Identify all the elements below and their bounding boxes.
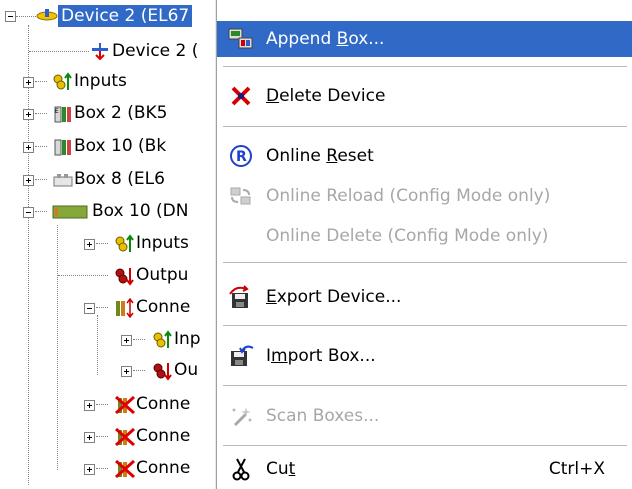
connection-error-icon (114, 427, 135, 447)
tree-item-label: Box 8 (EL6 (74, 169, 165, 189)
collapse-toggle[interactable] (5, 10, 16, 22)
tree-item[interactable]: Outpu (0, 260, 188, 290)
expand-toggle[interactable] (84, 432, 95, 443)
menu-item-label: Import Box... (266, 346, 376, 366)
tree-item[interactable]: Inputs (0, 66, 127, 96)
svg-text:R: R (236, 149, 247, 165)
tree-item[interactable]: E Box 2 (BK5 (0, 98, 167, 128)
tree-item[interactable]: Box 10 (Bk (0, 131, 166, 161)
expand-toggle[interactable] (84, 464, 95, 475)
append-box-icon (227, 25, 255, 53)
collapse-toggle[interactable] (84, 303, 95, 314)
shortcut-label: Ctrl+X (548, 459, 605, 479)
magic-wand-icon (227, 402, 255, 430)
connection-icon (114, 297, 134, 319)
collapse-toggle[interactable] (23, 207, 34, 218)
expand-toggle[interactable] (84, 239, 95, 250)
bus-coupler-icon (52, 137, 71, 156)
tree-item-label: Box 10 (Bk (74, 136, 167, 156)
tree-item-label: Conne (136, 426, 191, 446)
menu-item-online-reset[interactable]: R Online Reset (217, 138, 632, 174)
tree-item-label: Ou (174, 360, 199, 380)
menu-item-label: Scan Boxes... (266, 406, 380, 426)
tree-item[interactable]: Conne (0, 421, 190, 451)
connection-error-icon (114, 395, 135, 415)
menu-separator (223, 126, 627, 128)
tree-item-label: Box 2 (BK5 (74, 103, 168, 123)
tree-item-label: Inputs (74, 71, 127, 91)
bus-coupler-icon: E (52, 104, 71, 123)
tree-item[interactable]: Conne (0, 389, 190, 419)
device-image-icon (90, 42, 108, 61)
menu-separator (223, 262, 627, 264)
tree-item-label: Conne (136, 394, 191, 414)
tree-item[interactable]: Device 2 ( (0, 36, 198, 66)
expand-toggle[interactable] (23, 109, 34, 120)
delete-icon (227, 82, 255, 110)
menu-separator (223, 66, 627, 68)
outputs-icon (114, 266, 134, 286)
tree-item[interactable]: Ou (0, 355, 198, 385)
devicenet-box-icon (52, 202, 88, 220)
context-menu: Append Box... Delete Device R Online Res… (216, 0, 632, 489)
tree-item-label: Outpu (136, 265, 189, 285)
inputs-icon (114, 234, 134, 252)
tree-item-label: Device 2 (EL67 (58, 5, 193, 27)
menu-item-label: Online Reload (Config Mode only) (266, 186, 551, 206)
expand-toggle[interactable] (121, 335, 132, 346)
tree-item[interactable]: Box 10 (DN (0, 196, 188, 226)
menu-item-label: Online Reset (266, 146, 374, 166)
menu-item-label: Export Device... (266, 287, 402, 307)
menu-item-append-box[interactable]: Append Box... (217, 21, 632, 57)
tree-item[interactable]: Inp (0, 324, 201, 354)
tree-item-label: Conne (136, 458, 191, 478)
menu-item-online-delete[interactable]: Online Delete (Config Mode only) (217, 218, 632, 254)
tree-item[interactable]: Conne (0, 453, 190, 483)
inputs-icon (152, 330, 172, 348)
ethercat-device-icon (36, 7, 58, 25)
inputs-icon (52, 72, 72, 90)
expand-toggle[interactable] (121, 366, 132, 377)
connection-error-icon (114, 459, 135, 479)
tree-item-device[interactable]: Device 2 (EL67 (0, 1, 193, 31)
menu-separator (223, 325, 627, 327)
menu-separator (223, 445, 627, 447)
expand-toggle[interactable] (23, 175, 34, 186)
tree-item[interactable]: Inputs (0, 228, 189, 258)
menu-item-scan-boxes[interactable]: Scan Boxes... (217, 398, 632, 434)
svg-text:E: E (55, 108, 59, 115)
tree-item[interactable]: Conne (0, 292, 190, 322)
scissors-icon (227, 455, 255, 483)
import-icon (227, 342, 255, 370)
tree-item-label: Device 2 ( (112, 41, 199, 61)
tree-item-label: Conne (136, 297, 191, 317)
menu-item-label: Delete Device (266, 86, 386, 106)
tree-item[interactable]: Box 8 (EL6 (0, 164, 165, 194)
menu-item-export-device[interactable]: Export Device... (217, 279, 632, 315)
menu-item-label: Cut (266, 459, 296, 479)
reload-icon (227, 182, 255, 210)
menu-item-label: Append Box... (266, 29, 385, 49)
tree-item-label: Inputs (136, 233, 189, 253)
menu-item-label: Online Delete (Config Mode only) (266, 226, 549, 246)
expand-toggle[interactable] (23, 142, 34, 153)
expand-toggle[interactable] (23, 77, 34, 88)
outputs-icon (152, 361, 172, 381)
menu-separator (223, 385, 627, 387)
tree-item-label: Box 10 (DN (92, 201, 189, 221)
export-icon (227, 283, 255, 311)
tree-item-label: Inp (174, 329, 201, 349)
menu-item-online-reload[interactable]: Online Reload (Config Mode only) (217, 178, 632, 214)
menu-item-import-box[interactable]: Import Box... (217, 338, 632, 374)
menu-item-delete-device[interactable]: Delete Device (217, 78, 632, 114)
menu-item-cut[interactable]: Cut Ctrl+X (217, 451, 632, 487)
expand-toggle[interactable] (84, 400, 95, 411)
terminal-box-icon (52, 170, 73, 188)
reset-icon: R (227, 142, 255, 170)
